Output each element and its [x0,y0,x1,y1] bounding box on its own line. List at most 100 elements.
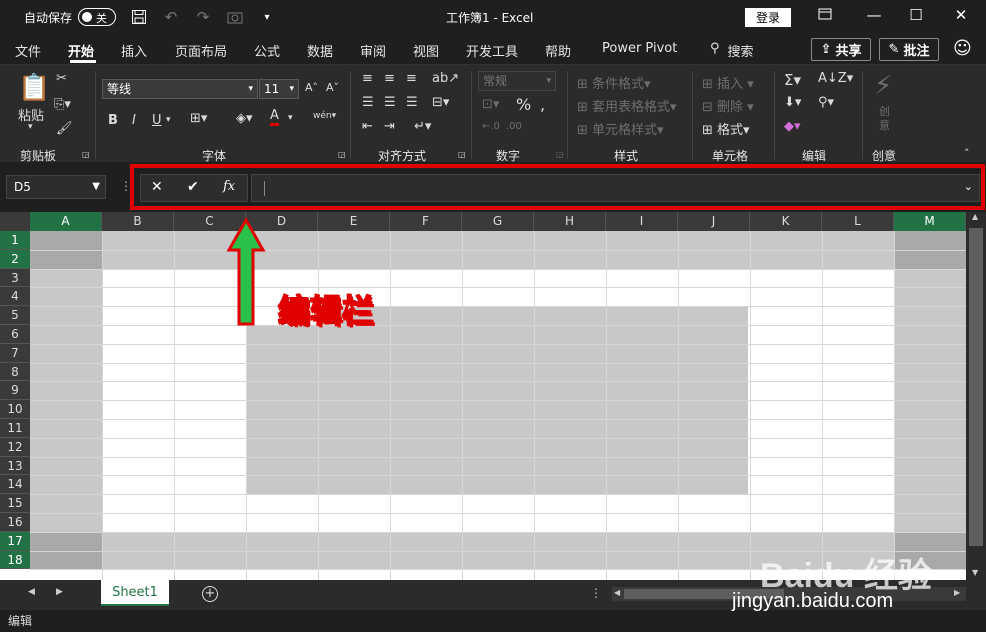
wrap-text-icon[interactable]: ↵▾ [414,119,431,134]
vertical-scrollbar[interactable]: ▲ ▼ [966,212,986,580]
search-box[interactable]: ⚲ 搜索 [710,41,754,60]
format-painter-icon[interactable]: 🖌 [56,121,73,136]
increase-indent-icon[interactable]: ⇥ [384,119,395,134]
tab-data[interactable]: 数据 [307,41,333,60]
column-header[interactable]: E [318,212,390,231]
align-bottom-icon[interactable]: ≡ [406,71,417,86]
decrease-indent-icon[interactable]: ⇤ [362,119,373,134]
customize-qa-icon[interactable]: ▾ [258,8,276,26]
add-sheet-icon[interactable]: + [202,586,218,602]
increase-decimal-icon[interactable]: ←.0 [482,121,500,132]
decrease-font-icon[interactable]: A˅ [326,81,339,94]
row-header[interactable]: 13 [0,456,30,476]
clipboard-launcher-icon[interactable]: ◲ [82,150,90,159]
tab-file[interactable]: 文件 [15,41,41,60]
tab-help[interactable]: 帮助 [545,41,571,60]
alignment-launcher-icon[interactable]: ◲ [458,150,466,159]
copy-icon[interactable]: ⎘▾ [54,97,71,112]
delete-cells-button[interactable]: ⊟ 删除 ▾ [702,96,754,115]
maximize-icon[interactable]: ☐ [906,6,926,24]
bold-button[interactable]: B [108,113,118,128]
cell-styles-button[interactable]: ⊞ 单元格样式▾ [577,119,664,138]
tab-home[interactable]: 开始 [68,41,94,60]
chevron-down-icon[interactable]: ▾ [166,115,171,125]
redo-icon[interactable]: ↷ [194,8,212,26]
format-cells-button[interactable]: ⊞ 格式▾ [702,119,750,138]
align-middle-icon[interactable]: ≡ [384,71,395,86]
align-right-icon[interactable]: ☰ [406,95,418,110]
underline-button[interactable]: U [152,113,162,128]
cut-icon[interactable]: ✂ [56,71,67,86]
scroll-down-icon[interactable]: ▼ [972,568,978,577]
row-header[interactable]: 8 [0,362,30,382]
autosave-toggle[interactable]: 关 [78,8,117,26]
row-header[interactable]: 16 [0,513,30,532]
number-launcher-icon[interactable]: ◲ [556,150,564,159]
scroll-thumb[interactable] [969,228,983,546]
row-header[interactable]: 10 [0,400,30,419]
more-options-icon[interactable]: ⋮ [590,586,602,600]
ideas-icon[interactable]: ⚡ [874,71,892,101]
save-icon[interactable] [130,8,148,26]
sheet-tab-sheet1[interactable]: Sheet1 [101,580,169,606]
comment-button[interactable]: ✎ 批注 [879,38,939,61]
autosum-icon[interactable]: Σ▾ [784,71,801,89]
tab-insert[interactable]: 插入 [121,41,147,60]
font-launcher-icon[interactable]: ◲ [338,150,346,159]
tab-view[interactable]: 视图 [413,41,439,60]
spreadsheet-grid[interactable]: A B C D E F G H I J K L M 1 2 3 4 5 6 7 8 9 10 11 12 13 14 15 16 17 18 [0,212,966,580]
chevron-down-icon[interactable]: ▾ [288,113,293,123]
column-header[interactable]: F [390,212,462,231]
font-color-icon[interactable]: A [270,109,279,126]
undo-icon[interactable]: ↶ [162,8,180,26]
row-header[interactable]: 12 [0,437,30,457]
column-header[interactable]: M [894,212,966,231]
row-header[interactable]: 14 [0,475,30,495]
insert-cells-button[interactable]: ⊞ 插入 ▾ [702,73,754,92]
row-header[interactable]: 18 [0,550,30,570]
row-header[interactable]: 15 [0,494,30,513]
phonetic-icon[interactable]: wén▾ [313,111,336,121]
clear-icon[interactable]: ◆▾ [784,119,801,134]
number-format-select[interactable]: 常规 ▾ [478,71,556,91]
select-all-corner[interactable] [0,212,30,231]
collapse-ribbon-icon[interactable]: ˄ [964,147,970,160]
row-header[interactable]: 3 [0,268,30,288]
close-icon[interactable]: ✕ [951,6,971,24]
camera-icon[interactable] [226,8,244,26]
scroll-up-icon[interactable]: ▲ [972,212,978,221]
row-header[interactable]: 7 [0,343,30,363]
column-header[interactable]: L [822,212,894,231]
prev-sheet-icon[interactable]: ◀ [28,587,35,597]
next-sheet-icon[interactable]: ▶ [56,587,63,597]
row-header[interactable]: 11 [0,419,30,438]
scroll-right-icon[interactable]: ▶ [954,588,960,597]
tab-formulas[interactable]: 公式 [254,41,280,60]
fill-down-icon[interactable]: ⬇▾ [784,95,801,110]
tab-page-layout[interactable]: 页面布局 [175,41,227,60]
column-header[interactable]: K [750,212,822,231]
conditional-format-button[interactable]: ⊞ 条件格式▾ [577,73,651,92]
percent-icon[interactable]: % [516,95,531,114]
login-button[interactable]: 登录 [745,8,791,27]
share-button[interactable]: ⇪ 共享 [811,38,871,61]
row-header[interactable]: 1 [0,231,30,250]
column-header[interactable]: G [462,212,534,231]
row-header[interactable]: 6 [0,325,30,344]
merge-center-icon[interactable]: ⊟▾ [432,95,449,110]
name-box[interactable]: D5 ▼ [6,175,106,199]
decrease-decimal-icon[interactable]: .00 [506,121,522,132]
fill-color-icon[interactable]: ◈▾ [236,111,253,126]
row-header[interactable]: 4 [0,287,30,307]
ribbon-display-icon[interactable] [815,6,835,24]
smiley-feedback-icon[interactable]: ☺ [953,38,972,59]
find-select-icon[interactable]: ⚲▾ [818,95,834,110]
font-size-select[interactable]: 11 ▾ [259,79,299,99]
ideas-label[interactable]: 创意 [879,105,893,133]
increase-font-icon[interactable]: A˄ [305,81,318,94]
border-icon[interactable]: ⊞▾ [190,111,207,126]
comma-style-icon[interactable]: , [540,95,545,114]
align-top-icon[interactable]: ≡ [362,71,373,86]
orientation-icon[interactable]: ab↗ [432,71,459,86]
sort-filter-icon[interactable]: A↓Z▾ [818,71,853,86]
